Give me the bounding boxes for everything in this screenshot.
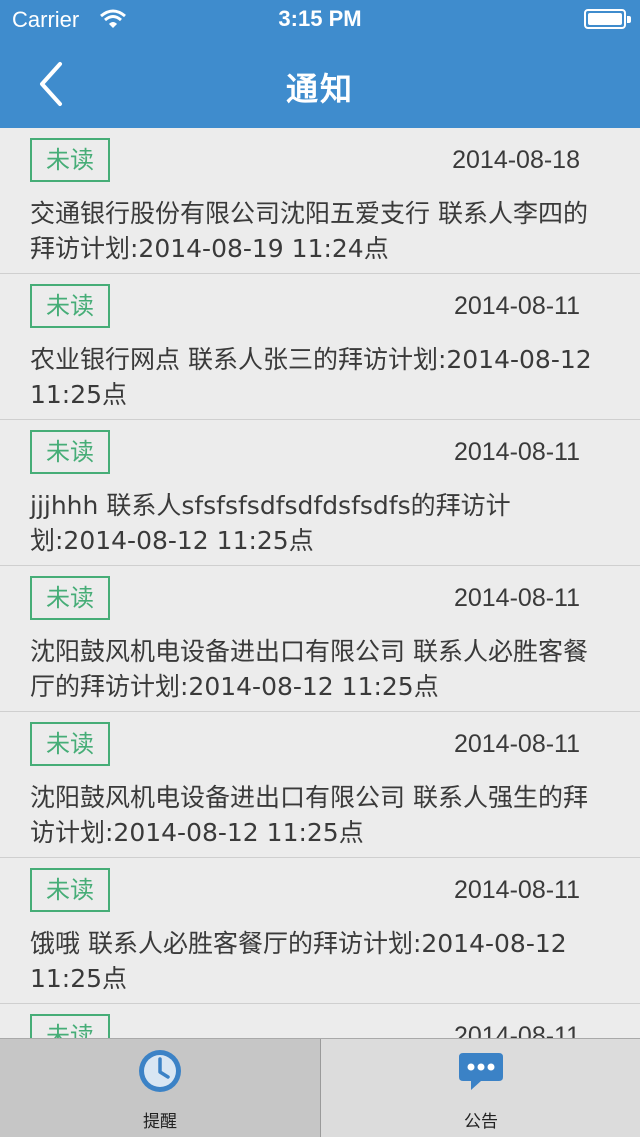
header: Carrier 3:15 PM 通知	[0, 0, 640, 128]
unread-badge: 未读	[30, 722, 110, 766]
status-bar: Carrier 3:15 PM	[0, 0, 640, 40]
tab-label: 提醒	[143, 1112, 177, 1132]
list-item[interactable]: 未读 2014-08-11 沈阳鼓风机电设备进出口有限公司 联系人强生的拜访计划…	[0, 712, 640, 858]
item-text: 沈阳鼓风机电设备进出口有限公司 联系人必胜客餐厅的拜访计划:2014-08-12…	[30, 637, 588, 701]
list-item[interactable]: 未读 2014-08-11 jjjhhh 联系人sfsfsfsdfsdfdsfs…	[0, 420, 640, 566]
list-item[interactable]: 未读 2014-08-11 农业银行网点 联系人张三的拜访计划:2014-08-…	[0, 274, 640, 420]
unread-badge: 未读	[30, 1014, 110, 1038]
unread-badge: 未读	[30, 138, 110, 182]
tab-reminders[interactable]: 提醒	[0, 1039, 320, 1137]
item-text: jjjhhh 联系人sfsfsfsdfsdfdsfsdfs的拜访计划:2014-…	[30, 491, 511, 555]
unread-badge: 未读	[30, 284, 110, 328]
item-date: 2014-08-11	[453, 730, 580, 758]
item-date: 2014-08-11	[453, 1022, 580, 1038]
status-time: 3:15 PM	[278, 6, 362, 31]
item-text: 农业银行网点 联系人张三的拜访计划:2014-08-12 11:25点	[30, 345, 592, 409]
page-title: 通知	[285, 70, 354, 108]
list-item[interactable]: 未读 2014-08-11 沈阳鼓风机电设备进出口有限公司 联系人必胜客餐厅的拜…	[0, 566, 640, 712]
item-text: 沈阳鼓风机电设备进出口有限公司 联系人强生的拜访计划:2014-08-12 11…	[30, 783, 588, 847]
tab-bar: 提醒 公告	[0, 1038, 640, 1137]
unread-badge: 未读	[30, 576, 110, 620]
notification-list[interactable]: 未读 2014-08-18 交通银行股份有限公司沈阳五爱支行 联系人李四的拜访计…	[0, 128, 640, 1038]
item-date: 2014-08-11	[453, 438, 580, 466]
item-date: 2014-08-11	[453, 292, 580, 320]
clock-icon	[136, 1047, 184, 1095]
unread-badge: 未读	[30, 868, 110, 912]
unread-badge: 未读	[30, 430, 110, 474]
tab-label: 公告	[464, 1112, 498, 1132]
list-item[interactable]: 未读 2014-08-11	[0, 1004, 640, 1038]
list-item[interactable]: 未读 2014-08-18 交通银行股份有限公司沈阳五爱支行 联系人李四的拜访计…	[0, 128, 640, 274]
battery-icon	[584, 9, 631, 29]
list-item[interactable]: 未读 2014-08-11 饿哦 联系人必胜客餐厅的拜访计划:2014-08-1…	[0, 858, 640, 1004]
item-date: 2014-08-18	[452, 146, 580, 174]
item-text: 交通银行股份有限公司沈阳五爱支行 联系人李四的拜访计划:2014-08-19 1…	[30, 199, 588, 263]
chat-bubble-icon	[457, 1047, 505, 1095]
item-date: 2014-08-11	[453, 876, 580, 904]
item-text: 饿哦 联系人必胜客餐厅的拜访计划:2014-08-12 11:25点	[30, 929, 567, 993]
item-date: 2014-08-11	[453, 584, 580, 612]
tab-announcements[interactable]: 公告	[321, 1039, 640, 1137]
